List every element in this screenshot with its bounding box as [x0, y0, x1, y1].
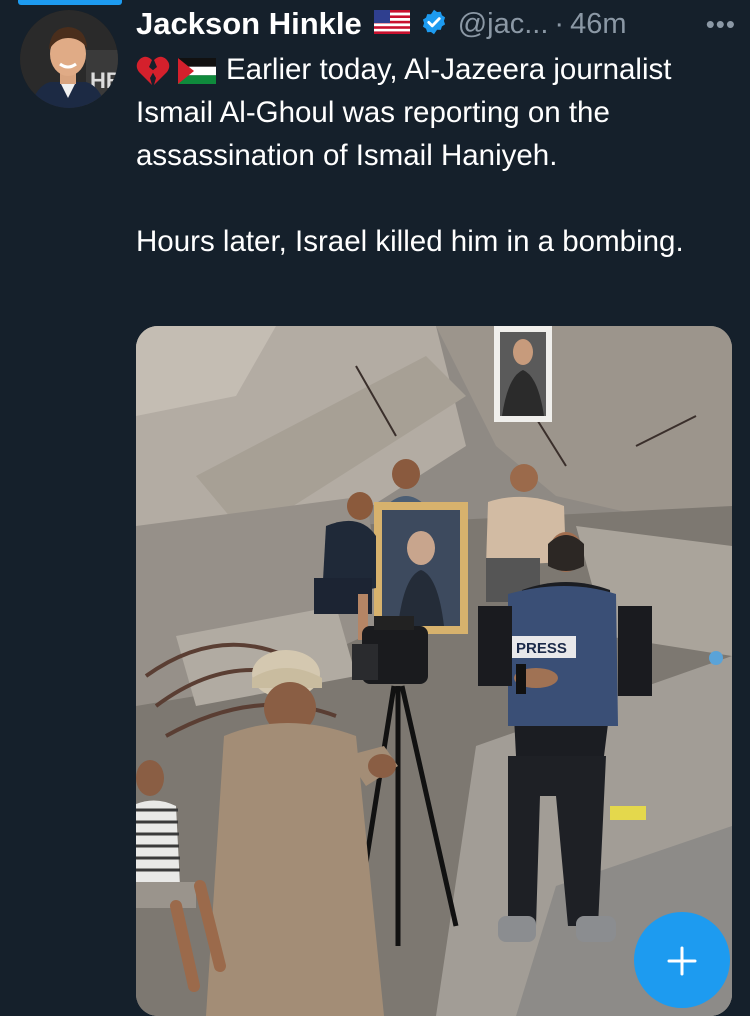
compose-tweet-button[interactable] [634, 912, 730, 1008]
emoji-group [136, 55, 216, 87]
tweet-header: Jackson Hinkle @jac... · 46m ••• [136, 4, 736, 44]
tweet-body: Earlier today, Al-Jazeera journalist Ism… [136, 48, 736, 263]
us-flag-icon [373, 9, 410, 39]
timeline-active-indicator [18, 0, 122, 5]
broken-heart-icon [136, 56, 170, 86]
avatar-photo: HB [20, 10, 118, 108]
palestine-flag-icon [178, 58, 216, 85]
avatar[interactable]: HB [20, 10, 118, 108]
tweet-text-line-1: Earlier today, Al-Jazeera journalist Ism… [136, 53, 672, 172]
tweet-text-line-2: Hours later, Israel killed him in a bomb… [136, 225, 684, 258]
author-name[interactable]: Jackson Hinkle [136, 6, 362, 42]
press-vest-label: PRESS [516, 640, 567, 657]
author-handle[interactable]: @jac... [458, 8, 549, 41]
verified-badge-icon [420, 8, 448, 41]
separator-dot: · [554, 7, 565, 40]
rubble-scene-photo: PRESS [136, 326, 732, 1016]
tweet-paragraph-1: Earlier today, Al-Jazeera journalist Ism… [136, 48, 736, 177]
tweet-media-image[interactable]: PRESS [136, 326, 732, 1016]
more-options-icon[interactable]: ••• [706, 9, 736, 40]
tweet-timestamp[interactable]: 46m [570, 8, 626, 41]
compose-plus-icon [667, 946, 697, 976]
